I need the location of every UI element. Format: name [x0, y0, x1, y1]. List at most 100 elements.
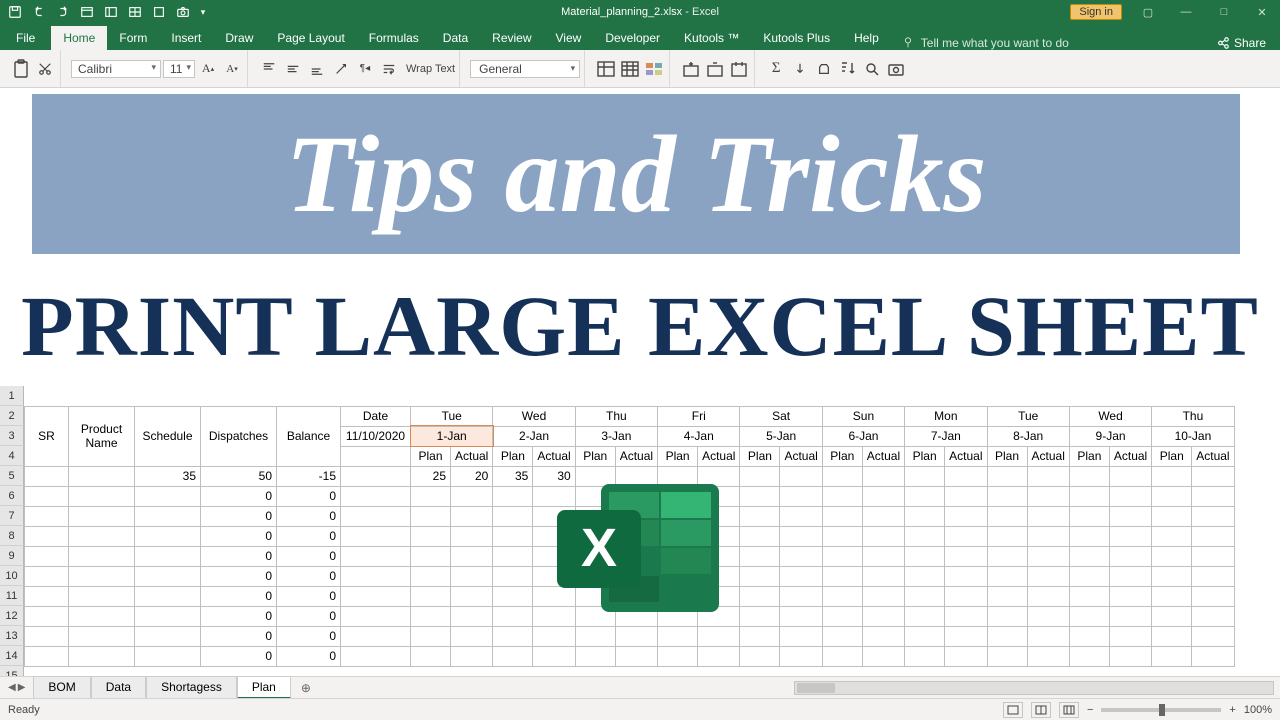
zoom-out-button[interactable]: −: [1087, 704, 1093, 716]
number-format-select[interactable]: General: [470, 60, 580, 78]
conditional-format-icon[interactable]: [595, 57, 617, 81]
overlay-banner-2: PRINT LARGE EXCEL SHEET: [20, 266, 1260, 386]
undo-icon[interactable]: [30, 3, 48, 21]
clear-icon[interactable]: [813, 57, 835, 81]
number-group: General: [466, 50, 585, 87]
sheet-nav-next-icon[interactable]: ▶: [18, 682, 26, 693]
sheet-tab[interactable]: Data: [91, 676, 146, 699]
row-header[interactable]: 5: [0, 466, 24, 486]
row-header[interactable]: 11: [0, 586, 24, 606]
tab-formulas[interactable]: Formulas: [357, 26, 431, 50]
sort-filter-icon[interactable]: [837, 57, 859, 81]
sheet-tab[interactable]: Plan: [237, 676, 291, 699]
format-cells-icon[interactable]: [728, 57, 750, 81]
row-header[interactable]: 9: [0, 546, 24, 566]
tab-insert[interactable]: Insert: [159, 26, 213, 50]
qat-icon[interactable]: [150, 3, 168, 21]
autosum-icon[interactable]: Σ: [765, 57, 787, 81]
alignment-group: ¶◂ Wrap Text: [254, 50, 460, 87]
zoom-in-button[interactable]: +: [1229, 704, 1235, 716]
wrap-text-icon[interactable]: [378, 57, 400, 81]
font-name-select[interactable]: Calibri: [71, 60, 161, 78]
status-bar: Ready − + 100%: [0, 698, 1280, 720]
row-header[interactable]: 15: [0, 666, 24, 676]
close-icon[interactable]: ✕: [1250, 6, 1274, 19]
filename: Material_planning_2.xlsx: [561, 6, 682, 18]
font-size-select[interactable]: 11: [163, 60, 195, 78]
tab-developer[interactable]: Developer: [593, 26, 672, 50]
row-header[interactable]: 7: [0, 506, 24, 526]
increase-font-icon[interactable]: A▴: [197, 57, 219, 81]
ribbon-tabs: File Home Form Insert Draw Page Layout F…: [0, 24, 1280, 50]
camera-tool-icon[interactable]: [885, 57, 907, 81]
window-title: Material_planning_2.xlsx - Excel: [561, 6, 719, 18]
row-header[interactable]: 2: [0, 406, 24, 426]
tell-me[interactable]: Tell me what you want to do: [891, 36, 1079, 50]
paste-icon[interactable]: [10, 57, 32, 81]
redo-icon[interactable]: [54, 3, 72, 21]
tab-help[interactable]: Help: [842, 26, 891, 50]
camera-icon[interactable]: [174, 3, 192, 21]
normal-view-icon[interactable]: [1003, 702, 1023, 718]
cells-group: [676, 50, 755, 87]
align-middle-icon[interactable]: [282, 57, 304, 81]
row-header[interactable]: 4: [0, 446, 24, 466]
page-layout-view-icon[interactable]: [1031, 702, 1051, 718]
font-group: Calibri 11 A▴ A▾: [67, 50, 248, 87]
row-header[interactable]: 8: [0, 526, 24, 546]
zoom-level: 100%: [1244, 704, 1272, 716]
add-sheet-button[interactable]: ⊕: [291, 681, 321, 695]
page-break-view-icon[interactable]: [1059, 702, 1079, 718]
find-select-icon[interactable]: [861, 57, 883, 81]
row-header[interactable]: 14: [0, 646, 24, 666]
sign-in-button[interactable]: Sign in: [1070, 4, 1122, 20]
format-table-icon[interactable]: [619, 57, 641, 81]
minimize-icon[interactable]: —: [1174, 6, 1198, 18]
clipboard-group: [6, 50, 61, 87]
tab-draw[interactable]: Draw: [213, 26, 265, 50]
qat-dropdown-icon[interactable]: ▾: [198, 3, 208, 21]
delete-cells-icon[interactable]: [704, 57, 726, 81]
row-header[interactable]: 12: [0, 606, 24, 626]
cell-styles-icon[interactable]: [643, 57, 665, 81]
qat-icon[interactable]: [102, 3, 120, 21]
row-header[interactable]: 3: [0, 426, 24, 446]
orientation-icon[interactable]: [330, 57, 352, 81]
fill-icon[interactable]: [789, 57, 811, 81]
align-top-icon[interactable]: [258, 57, 280, 81]
tab-form[interactable]: Form: [107, 26, 159, 50]
tab-view[interactable]: View: [544, 26, 594, 50]
svg-text:X: X: [581, 518, 617, 578]
rtl-icon[interactable]: ¶◂: [354, 57, 376, 81]
row-header[interactable]: 1: [0, 386, 24, 406]
app-name: Excel: [692, 6, 719, 18]
sheet-nav-prev-icon[interactable]: ◀: [8, 682, 16, 693]
maximize-icon[interactable]: □: [1212, 6, 1236, 18]
save-icon[interactable]: [6, 3, 24, 21]
align-bottom-icon[interactable]: [306, 57, 328, 81]
editing-group: Σ: [761, 50, 911, 87]
horizontal-scrollbar[interactable]: [794, 681, 1274, 695]
tab-kutools-plus[interactable]: Kutools Plus: [751, 26, 842, 50]
share-button[interactable]: Share: [1202, 36, 1280, 50]
tab-page-layout[interactable]: Page Layout: [265, 26, 356, 50]
cut-icon[interactable]: [34, 57, 56, 81]
tab-review[interactable]: Review: [480, 26, 543, 50]
qat-icon[interactable]: [78, 3, 96, 21]
zoom-slider[interactable]: [1101, 708, 1221, 712]
ribbon-options-icon[interactable]: ▢: [1136, 6, 1160, 19]
overlay-banner-1: Tips and Tricks: [32, 94, 1240, 254]
sheet-tab[interactable]: Shortagess: [146, 676, 237, 699]
tab-file[interactable]: File: [0, 26, 51, 50]
insert-cells-icon[interactable]: [680, 57, 702, 81]
row-header[interactable]: 10: [0, 566, 24, 586]
tab-data[interactable]: Data: [431, 26, 480, 50]
tab-kutools[interactable]: Kutools ™: [672, 26, 751, 50]
row-header[interactable]: 6: [0, 486, 24, 506]
sheet-tab[interactable]: BOM: [33, 676, 90, 699]
tab-home[interactable]: Home: [51, 26, 107, 50]
qat-icon[interactable]: [126, 3, 144, 21]
row-header[interactable]: 13: [0, 626, 24, 646]
row-headers: 123456789101112131415: [0, 386, 24, 676]
decrease-font-icon[interactable]: A▾: [221, 57, 243, 81]
